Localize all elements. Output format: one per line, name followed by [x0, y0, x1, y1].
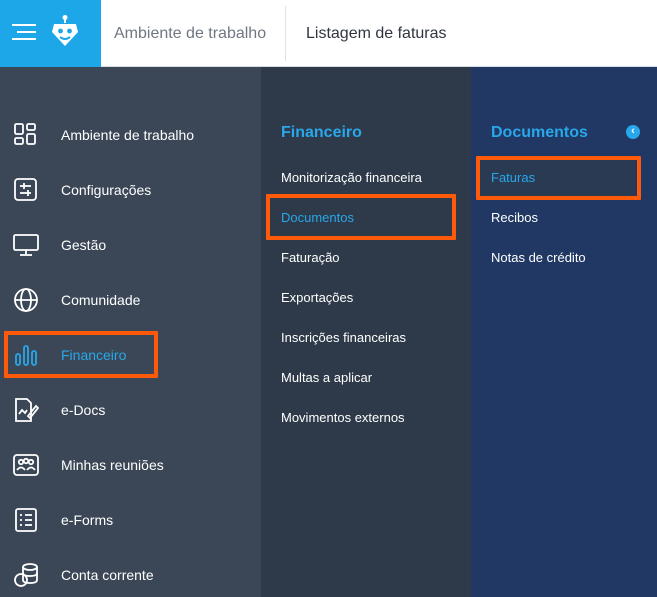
highlight-documentos: [266, 194, 456, 240]
coins-stack-icon: [13, 562, 39, 588]
hamburger-menu-icon[interactable]: [12, 22, 36, 42]
breadcrumb-workspace[interactable]: Ambiente de trabalho: [114, 0, 266, 67]
nav-item-label: Comunidade: [61, 291, 141, 308]
document-edit-icon: [13, 397, 39, 423]
nav-item-label: Conta corrente: [61, 566, 154, 583]
third-menu-item-recibos[interactable]: Recibos: [491, 210, 538, 225]
nav-item-comunidade[interactable]: Comunidade: [0, 272, 261, 327]
submenu-item-inscricoes[interactable]: Inscrições financeiras: [281, 330, 406, 345]
form-checklist-icon: [13, 507, 39, 533]
third-menu-item-notas-de-credito[interactable]: Notas de crédito: [491, 250, 586, 265]
robot-logo-icon: [50, 14, 80, 50]
highlight-financeiro: [4, 331, 158, 378]
nav-item-e-docs[interactable]: e-Docs: [0, 382, 261, 437]
nav-item-label: Minhas reuniões: [61, 456, 164, 473]
submenu-item-movimentos[interactable]: Movimentos externos: [281, 410, 405, 425]
breadcrumb-current-page: Listagem de faturas: [306, 25, 447, 42]
submenu-item-faturacao[interactable]: Faturação: [281, 250, 340, 265]
brand-area: [0, 0, 101, 67]
globe-icon: [13, 287, 39, 313]
nav-item-e-forms[interactable]: e-Forms: [0, 492, 261, 547]
nav-item-label: Gestão: [61, 236, 107, 253]
highlight-faturas: [476, 156, 641, 200]
nav-item-ambiente-de-trabalho[interactable]: Ambiente de trabalho: [0, 107, 261, 162]
nav-item-conta-corrente[interactable]: Conta corrente: [0, 547, 261, 597]
submenu-item-multas[interactable]: Multas a aplicar: [281, 370, 372, 385]
meeting-people-icon: [13, 452, 39, 478]
submenu-title: Financeiro: [281, 124, 362, 141]
collapse-chevron-icon[interactable]: ‹: [626, 125, 640, 139]
nav-item-label: Configurações: [61, 181, 152, 198]
top-bar: Ambiente de trabalho Listagem de faturas: [0, 0, 657, 67]
monitor-icon: [13, 232, 39, 258]
submenu-item-monitorizacao[interactable]: Monitorização financeira: [281, 170, 422, 185]
breadcrumb-divider: [285, 6, 286, 61]
nav-item-label: Ambiente de trabalho: [61, 126, 195, 143]
nav-item-minhas-reunioes[interactable]: Minhas reuniões: [0, 437, 261, 492]
nav-item-configuracoes[interactable]: Configurações: [0, 162, 261, 217]
settings-sliders-icon: [13, 177, 39, 203]
third-menu-title: Documentos: [491, 124, 588, 141]
dashboard-grid-icon: [13, 122, 39, 148]
nav-item-gestao[interactable]: Gestão: [0, 217, 261, 272]
nav-item-label: e-Docs: [61, 401, 106, 418]
nav-item-label: e-Forms: [61, 511, 114, 528]
submenu-item-exportacoes[interactable]: Exportações: [281, 290, 353, 305]
documentos-submenu: [471, 67, 657, 597]
